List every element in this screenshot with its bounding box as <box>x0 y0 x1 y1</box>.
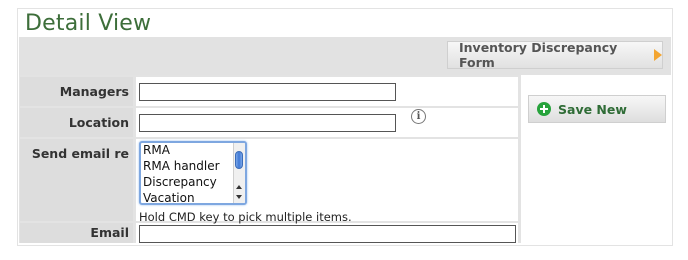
inventory-discrepancy-form-label: Inventory Discrepancy Form <box>459 40 618 70</box>
info-icon[interactable]: i <box>411 109 426 124</box>
listbox-option-discrepancy[interactable]: Discrepancy <box>143 174 217 190</box>
listbox-option-rma[interactable]: RMA <box>143 143 170 158</box>
inventory-discrepancy-form-button[interactable]: Inventory Discrepancy Form <box>447 40 663 70</box>
actions-column: Save New <box>521 75 671 243</box>
listbox-option-vacation[interactable]: Vacation <box>143 190 195 203</box>
managers-name-input[interactable] <box>139 83 396 101</box>
scroll-thumb[interactable] <box>235 151 243 169</box>
email-input[interactable] <box>139 225 516 243</box>
scroll-down-icon[interactable] <box>236 195 242 199</box>
location-label: Location <box>20 108 133 137</box>
save-new-button[interactable]: Save New <box>528 95 666 123</box>
send-email-listbox[interactable]: RMA RMA handler Discrepancy Vacation <box>139 141 247 205</box>
detail-view-panel: Detail View Inventory Discrepancy Form M… <box>17 8 673 246</box>
send-email-label: Send email re <box>20 139 133 221</box>
plus-circle-icon <box>537 102 551 116</box>
save-new-label: Save New <box>558 101 627 117</box>
multi-select-hint: Hold CMD key to pick multiple items. <box>139 210 352 224</box>
managers-name-label: Managers name <box>20 77 133 128</box>
page-title: Detail View <box>25 11 152 36</box>
scroll-up-icon[interactable] <box>236 185 242 189</box>
arrow-right-icon <box>654 49 662 61</box>
email-label: Email <box>20 223 133 243</box>
listbox-scrollbar[interactable] <box>233 143 245 203</box>
location-input[interactable] <box>139 114 396 132</box>
listbox-option-rma-handler[interactable]: RMA handler <box>143 158 220 174</box>
